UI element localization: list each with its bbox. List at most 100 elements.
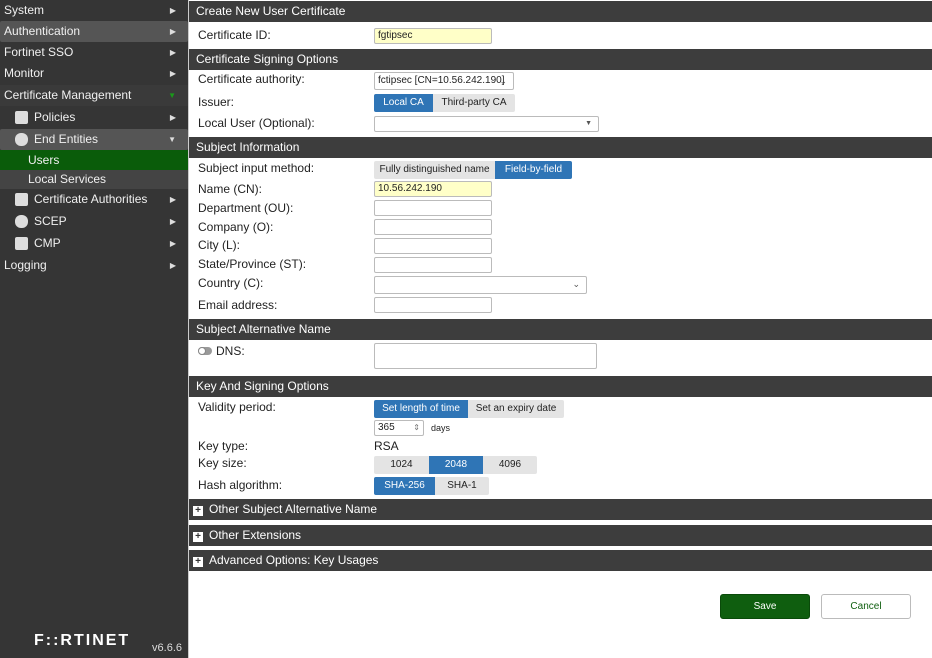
validity-days-value: 365 [378, 422, 395, 433]
hash-sha1[interactable]: SHA-1 [435, 477, 489, 495]
key-options-header: Key And Signing Options [189, 376, 932, 397]
chevron-right-icon: ▶ [169, 48, 176, 57]
nav-policies[interactable]: Policies ▶ [0, 107, 188, 128]
section-label: Other Subject Alternative Name [209, 502, 378, 516]
section-label: Advanced Options: Key Usages [209, 553, 379, 567]
st-label: State/Province (ST): [198, 257, 307, 271]
issuer-third-party-ca[interactable]: Third-party CA [433, 94, 515, 112]
validity-length[interactable]: Set length of time [374, 400, 468, 418]
issuer-label: Issuer: [198, 95, 235, 109]
issuer-local-ca[interactable]: Local CA [374, 94, 433, 112]
st-input[interactable] [374, 257, 492, 273]
key-usages-section[interactable]: + Advanced Options: Key Usages [189, 550, 932, 571]
validity-expiry[interactable]: Set an expiry date [468, 400, 564, 418]
cn-input[interactable]: 10.56.242.190 [374, 181, 492, 197]
nav-label: Local Services [28, 172, 107, 186]
o-label: Company (O): [198, 220, 274, 234]
nav-label: Fortinet SSO [4, 45, 74, 59]
l-label: City (L): [198, 238, 240, 252]
input-method-toggle: Fully distinguished name Field-by-field [374, 161, 572, 179]
subject-info-header: Subject Information [189, 137, 932, 158]
cancel-button[interactable]: Cancel [821, 594, 911, 619]
nav-certificate-management[interactable]: Certificate Management ▼ [0, 85, 188, 106]
user-cert-icon [15, 133, 28, 146]
certificate-form: Create New User Certificate Certificate … [188, 0, 932, 658]
nav-label: Logging [4, 258, 47, 272]
ca-value: fctipsec [CN=10.56.242.190] [378, 75, 505, 86]
nav-system[interactable]: System ▶ [0, 0, 188, 21]
page-title: Create New User Certificate [189, 1, 932, 22]
key-size-4096[interactable]: 4096 [483, 456, 537, 474]
save-button[interactable]: Save [720, 594, 810, 619]
chevron-right-icon: ▶ [169, 261, 176, 270]
nav-monitor[interactable]: Monitor ▶ [0, 63, 188, 84]
sidebar: System ▶ Authentication ▶ Fortinet SSO ▶ Mo… [0, 0, 188, 658]
o-input[interactable] [374, 219, 492, 235]
section-label: Other Extensions [209, 528, 302, 542]
dns-toggle[interactable] [198, 347, 212, 355]
nav-local-services[interactable]: Local Services [0, 170, 188, 189]
nav-logging[interactable]: Logging ▶ [0, 255, 188, 276]
input-method-label: Subject input method: [198, 161, 315, 175]
validity-days-input[interactable]: 365 ⇕ [374, 420, 424, 436]
nav-scep[interactable]: SCEP ▶ [0, 211, 188, 232]
other-san-section[interactable]: + Other Subject Alternative Name [189, 499, 932, 520]
email-input[interactable] [374, 297, 492, 313]
method-field-by-field[interactable]: Field-by-field [495, 161, 572, 179]
method-fully-dn[interactable]: Fully distinguished name [374, 161, 495, 179]
nav-label: SCEP [34, 214, 67, 228]
ca-select[interactable]: fctipsec [CN=10.56.242.190] ⌄ [374, 72, 514, 90]
chevron-right-icon: ▶ [169, 195, 176, 204]
l-input[interactable] [374, 238, 492, 254]
cert-id-label: Certificate ID: [198, 28, 271, 42]
hash-sha256[interactable]: SHA-256 [374, 477, 435, 495]
version-label: v6.6.6 [152, 642, 182, 654]
nav-fortinet-sso[interactable]: Fortinet SSO ▶ [0, 42, 188, 63]
signing-options-header: Certificate Signing Options [189, 49, 932, 70]
hash-label: Hash algorithm: [198, 478, 283, 492]
key-type-label: Key type: [198, 439, 249, 453]
expand-icon: + [193, 557, 203, 567]
nav-users[interactable]: Users [0, 150, 188, 170]
ou-label: Department (OU): [198, 201, 294, 215]
nav-label: Users [28, 153, 60, 167]
cert-id-input[interactable]: fgtipsec [374, 28, 492, 44]
chevron-right-icon: ▶ [169, 6, 176, 15]
local-user-select[interactable]: ▼ [374, 116, 599, 132]
ca-label: Certificate authority: [198, 72, 305, 86]
nav-certificate-authorities[interactable]: Certificate Authorities ▶ [0, 189, 188, 210]
nav-label: Certificate Authorities [34, 192, 148, 206]
chevron-right-icon: ▶ [169, 113, 176, 122]
ou-input[interactable] [374, 200, 492, 216]
dns-textarea[interactable] [374, 343, 597, 369]
dns-label: DNS: [216, 344, 245, 358]
nav-label: System [4, 3, 45, 17]
validity-toggle: Set length of time Set an expiry date [374, 400, 564, 418]
country-select[interactable]: ⌄ [374, 276, 587, 294]
nav-label: CMP [34, 236, 61, 250]
nav-label: Certificate Management [4, 88, 132, 102]
chevron-right-icon: ▶ [169, 27, 176, 36]
nav-cmp[interactable]: CMP ▶ [0, 233, 188, 254]
nav-label: Monitor [4, 66, 45, 80]
chevron-down-icon: ⌄ [572, 279, 580, 289]
other-extensions-section[interactable]: + Other Extensions [189, 525, 932, 546]
chevron-down-icon: ⌄ [499, 76, 507, 86]
nav-end-entities[interactable]: End Entities ▼ [0, 129, 188, 150]
document-icon [15, 111, 28, 124]
nav-authentication[interactable]: Authentication ▶ [0, 21, 188, 42]
chevron-right-icon: ▶ [169, 69, 176, 78]
local-user-label: Local User (Optional): [198, 116, 315, 130]
spinner-icon[interactable]: ⇕ [413, 421, 420, 435]
chevron-right-icon: ▶ [169, 217, 176, 226]
chevron-down-icon: ▼ [168, 91, 176, 100]
nav-label: Policies [34, 110, 76, 124]
hash-toggle: SHA-256 SHA-1 [374, 477, 489, 495]
key-size-2048[interactable]: 2048 [429, 456, 483, 474]
key-size-toggle: 1024 2048 4096 [374, 456, 537, 474]
key-size-1024[interactable]: 1024 [374, 456, 429, 474]
issuer-toggle: Local CA Third-party CA [374, 94, 515, 112]
cn-label: Name (CN): [198, 182, 263, 196]
validity-label: Validity period: [198, 400, 276, 414]
san-header: Subject Alternative Name [189, 319, 932, 340]
